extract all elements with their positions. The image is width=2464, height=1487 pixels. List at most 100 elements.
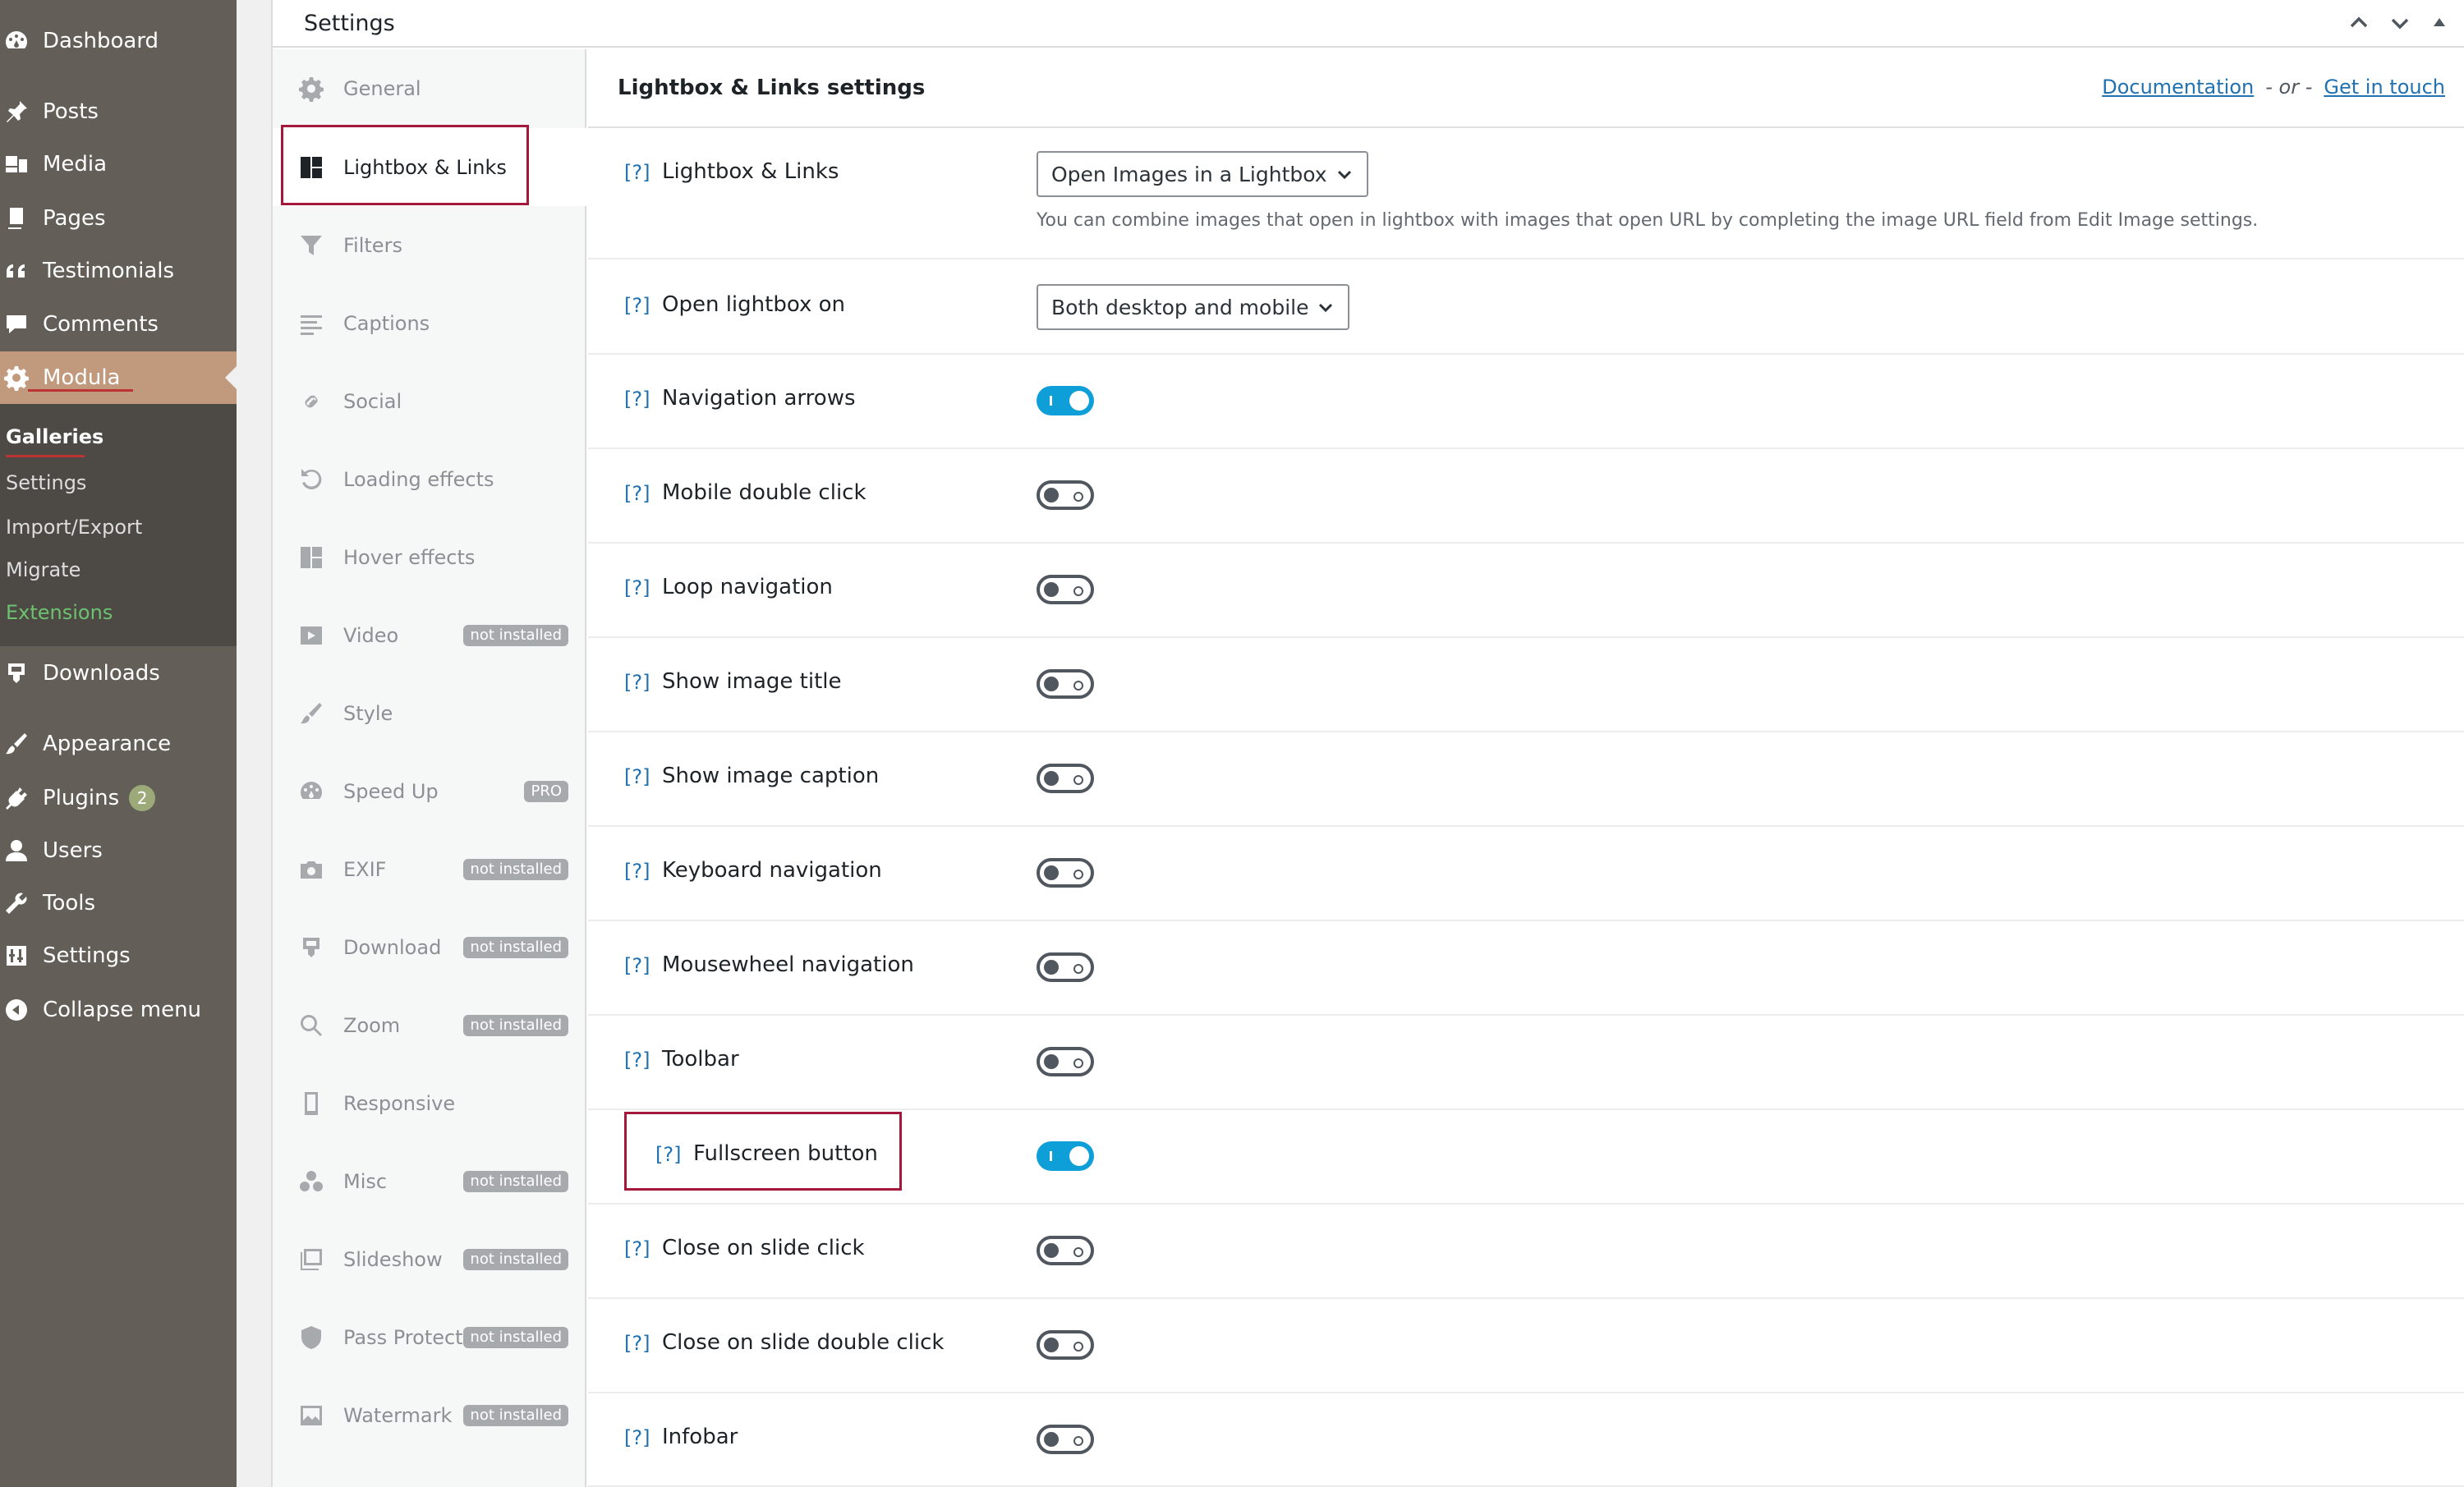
help-link[interactable]: [?] — [624, 1426, 650, 1449]
help-link[interactable]: [?] — [624, 671, 650, 694]
setting-label: Close on slide click — [662, 1236, 865, 1260]
help-link[interactable]: [?] — [624, 1332, 650, 1355]
menu-downloads[interactable]: Downloads — [0, 649, 237, 698]
tab-pass-protect[interactable]: Pass Protect not installed — [273, 1298, 586, 1376]
settings-tabs: General Lightbox & Links Filters Caption… — [273, 49, 588, 1487]
not-installed-tag: not installed — [463, 936, 568, 958]
tab-responsive[interactable]: Responsive — [273, 1064, 586, 1142]
menu-comments[interactable]: Comments — [0, 300, 237, 349]
setting-description: You can combine images that open in ligh… — [1037, 210, 2259, 231]
show-image-title-toggle[interactable] — [1037, 669, 1094, 699]
setting-row-lightbox-links: [?] Lightbox & Links Open Images in a Li… — [588, 128, 2464, 259]
fullscreen-button-toggle[interactable] — [1037, 1141, 1094, 1171]
menu-label: Appearance — [43, 732, 172, 756]
help-link[interactable]: [?] — [624, 482, 650, 505]
close-on-slide-click-toggle[interactable] — [1037, 1236, 1094, 1265]
tab-general[interactable]: General — [273, 49, 586, 127]
submenu-migrate[interactable]: Migrate — [6, 558, 80, 581]
setting-label: Lightbox & Links — [662, 159, 839, 184]
close-on-slide-double-click-toggle[interactable] — [1037, 1330, 1094, 1360]
menu-tools[interactable]: Tools — [0, 879, 237, 928]
help-link[interactable]: [?] — [624, 954, 650, 977]
tab-hover-effects[interactable]: Hover effects — [273, 518, 586, 596]
tab-captions[interactable]: Captions — [273, 284, 586, 362]
triangle-up-icon[interactable] — [2425, 8, 2454, 38]
tab-speed-up[interactable]: Speed Up PRO — [273, 752, 586, 830]
tab-loading-effects[interactable]: Loading effects — [273, 440, 586, 518]
setting-row-open-lightbox-on: [?] Open lightbox on Both desktop and mo… — [588, 259, 2464, 355]
submenu-extensions[interactable]: Extensions — [6, 601, 113, 624]
show-image-caption-toggle[interactable] — [1037, 764, 1094, 793]
tab-watermark[interactable]: Watermark not installed — [273, 1376, 586, 1454]
navigation-arrows-toggle[interactable] — [1037, 386, 1094, 415]
lightbox-links-select[interactable]: Open Images in a Lightbox — [1037, 151, 1368, 197]
mobile-double-click-toggle[interactable] — [1037, 480, 1094, 510]
setting-row-mousewheel-navigation: [?] Mousewheel navigation — [588, 921, 2464, 1016]
toolbar-toggle[interactable] — [1037, 1047, 1094, 1076]
tab-misc[interactable]: Misc not installed — [273, 1142, 586, 1220]
submenu-settings[interactable]: Settings — [6, 471, 86, 494]
help-link[interactable]: [?] — [624, 161, 650, 184]
settings-icon — [2, 941, 31, 971]
tab-social[interactable]: Social — [273, 362, 586, 440]
setting-label: Keyboard navigation — [662, 858, 882, 883]
not-installed-tag: not installed — [463, 1326, 568, 1348]
mousewheel-navigation-toggle[interactable] — [1037, 952, 1094, 982]
select-value: Open Images in a Lightbox — [1051, 162, 1327, 186]
tab-label: EXIF — [343, 857, 387, 881]
not-installed-tag: not installed — [463, 624, 568, 646]
help-link[interactable]: [?] — [624, 294, 650, 317]
loop-navigation-toggle[interactable] — [1037, 575, 1094, 604]
plug-icon — [2, 783, 31, 813]
submenu-import-export[interactable]: Import/Export — [6, 516, 142, 539]
chevron-up-icon[interactable] — [2344, 8, 2374, 38]
menu-modula[interactable]: Modula — [0, 351, 237, 404]
tab-label: Filters — [343, 233, 402, 257]
menu-plugins[interactable]: Plugins 2 — [0, 773, 237, 823]
panel-header: Settings — [273, 0, 2464, 48]
tab-slideshow[interactable]: Slideshow not installed — [273, 1220, 586, 1298]
setting-label: Toolbar — [662, 1047, 739, 1072]
tab-style[interactable]: Style — [273, 674, 586, 752]
menu-dashboard[interactable]: Dashboard — [0, 16, 237, 66]
dashboard-icon — [297, 778, 325, 805]
content-header: Lightbox & Links settings Documentation -… — [588, 49, 2464, 128]
or-separator: - or - — [2265, 76, 2313, 99]
help-link[interactable]: [?] — [624, 860, 650, 883]
video-icon — [297, 622, 325, 649]
help-link[interactable]: [?] — [624, 765, 650, 788]
settings-panel: Settings General Lightbox & Links Filter… — [271, 0, 2464, 1487]
open-lightbox-on-select[interactable]: Both desktop and mobile — [1037, 284, 1350, 330]
tab-filters[interactable]: Filters — [273, 206, 586, 284]
comment-icon — [2, 310, 31, 339]
menu-appearance[interactable]: Appearance — [0, 719, 237, 769]
get-in-touch-link[interactable]: Get in touch — [2324, 76, 2445, 99]
annotation-underline — [28, 389, 133, 392]
tab-label: Responsive — [343, 1091, 456, 1115]
submenu-galleries[interactable]: Galleries — [6, 425, 103, 448]
menu-posts[interactable]: Posts — [0, 87, 237, 136]
tab-label: Misc — [343, 1169, 388, 1193]
menu-collapse[interactable]: Collapse menu — [0, 985, 237, 1035]
tab-download[interactable]: Download not installed — [273, 908, 586, 986]
tab-zoom[interactable]: Zoom not installed — [273, 986, 586, 1064]
help-link[interactable]: [?] — [624, 1237, 650, 1260]
tab-exif[interactable]: EXIF not installed — [273, 830, 586, 908]
documentation-link[interactable]: Documentation — [2102, 76, 2254, 99]
keyboard-navigation-toggle[interactable] — [1037, 858, 1094, 888]
help-link[interactable]: [?] — [624, 1049, 650, 1072]
chevron-down-icon[interactable] — [2385, 8, 2415, 38]
menu-media[interactable]: Media — [0, 140, 237, 189]
setting-row-close-on-slide-click: [?] Close on slide click — [588, 1205, 2464, 1299]
help-link[interactable]: [?] — [624, 576, 650, 599]
menu-pages[interactable]: Pages — [0, 194, 237, 243]
pin-icon — [2, 97, 31, 126]
tab-video[interactable]: Video not installed — [273, 596, 586, 674]
infobar-toggle[interactable] — [1037, 1425, 1094, 1454]
menu-testimonials[interactable]: Testimonials — [0, 246, 237, 296]
menu-users[interactable]: Users — [0, 826, 237, 875]
brush-icon — [2, 729, 31, 759]
menu-settings[interactable]: Settings — [0, 931, 237, 980]
help-link[interactable]: [?] — [624, 388, 650, 411]
shield-icon — [297, 1324, 325, 1352]
